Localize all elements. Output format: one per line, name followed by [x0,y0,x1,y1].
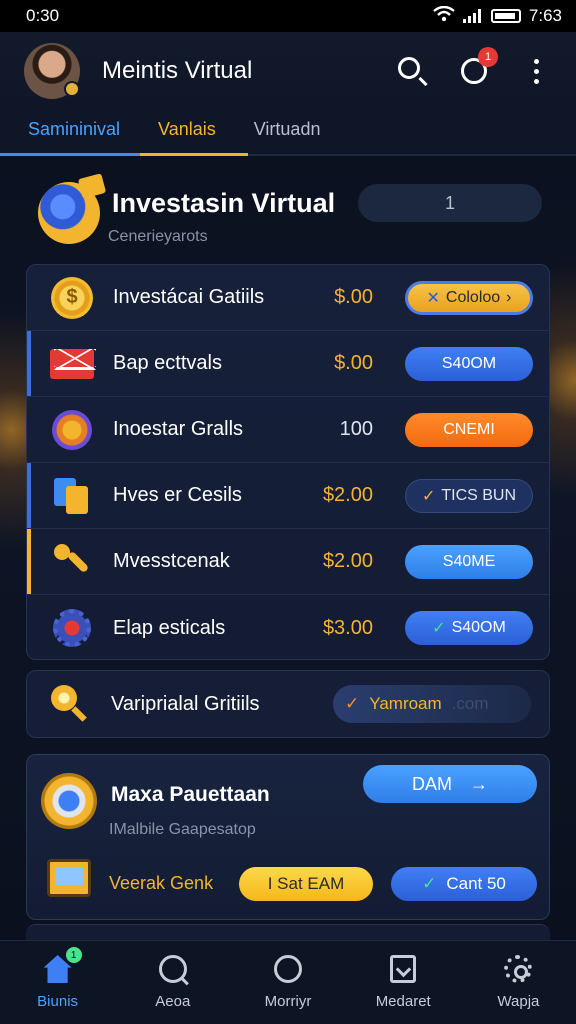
nav-label: Wapja [497,993,540,1010]
home-icon: 1 [42,947,82,985]
promo-bar[interactable]: Variprialal Gritiils ✓ Yamroam .com [26,670,550,738]
list-item-label: Mvesstcenak [113,550,230,572]
status-bar: 0:30 7:63 [0,0,576,32]
signal-icon [462,9,483,23]
nav-item-wapja[interactable]: Wapja [461,941,576,1024]
document-icon [387,953,419,985]
section-subtitle: Cenerieyarots [108,228,208,245]
page-indicator[interactable]: 1 [358,184,542,222]
check-icon: ✓ [422,874,437,893]
list-item-amount: $.00 [334,286,373,308]
monitor-icon [47,859,91,897]
featured-secondary-button[interactable]: ✓ Cant 50 [391,867,537,901]
list-item-label: Investácai Gatiils [113,286,265,308]
list-item[interactable]: Mvesstcenak $2.00 S40ME [27,529,549,595]
nav-label: Aeoa [155,993,191,1010]
list-item-button[interactable]: ✓ TICS BUN [405,478,533,513]
medal-badge-icon [41,773,97,829]
list-item-label: Inoestar Gralls [113,418,244,440]
nav-item-aeoa[interactable]: Aeoa [115,941,230,1024]
list-item-label: Elap esticals [113,616,226,639]
row-accent-bar [27,529,31,594]
nav-badge: 1 [65,947,82,963]
x-icon: ✕ [426,289,440,307]
gear-icon [49,605,95,651]
documents-icon [49,473,95,519]
list-item-button[interactable]: ✕ Cololoo › [405,280,533,315]
promo-label: Variprialal Gritiils [111,693,260,715]
tab-vanlais[interactable]: Vanlais [158,119,216,154]
nav-item-medaret[interactable]: Medaret [346,941,461,1024]
featured-row-label: Veerak Genk [109,873,214,893]
next-card-peek [26,924,550,940]
app-root: 0:30 7:63 Meintis Virtual 1 Samininival [0,0,576,1024]
featured-card: Maxa Pauettaan IMalbile Gaapesatop DAM →… [26,754,550,920]
app-title: Meintis Virtual [102,57,253,84]
featured-card-subtitle: IMalbile Gaapesatop [109,821,256,838]
check-icon: ✓ [432,620,446,637]
list-item[interactable]: Inoestar Gralls 100 CNEMI [27,397,549,463]
nav-item-morriyr[interactable]: Morriyr [230,941,345,1024]
section-title: Investasin Virtual [112,188,336,218]
status-clock-right: 7:63 [528,6,562,25]
avatar-badge [64,81,80,97]
list-item-button[interactable]: S40OM [405,346,533,381]
magnifier-icon [47,681,95,729]
row-accent-bar [27,463,31,528]
envelope-icon [49,341,96,387]
investment-list: $ Investácai Gatiils $.00 ✕ Cololoo › Ba… [26,264,550,660]
featured-card-title: Maxa Pauettaan [111,783,270,806]
nav-label: Medaret [375,993,431,1010]
list-item-button[interactable]: ✓ S40OM [405,611,533,645]
battery-icon [490,9,521,23]
tab-virtuadn[interactable]: Virtuadn [254,119,321,154]
bottom-nav: 1 Biunis Aeoa Morriyr Medaret Wapja [0,940,576,1024]
list-item-amount: 100 [339,418,373,440]
tab-samininival[interactable]: Samininival [28,119,120,154]
tab-bar: Samininival Vanlais Virtuadn [0,110,576,156]
circle-icon [272,953,304,985]
list-item-label: Bap ecttvals [113,352,222,374]
header-actions: 1 [396,47,552,87]
notification-badge: 1 [478,47,498,67]
section-header: Investasin Virtual Cenerieyarots 1 [0,156,576,266]
search-icon [157,953,189,986]
avatar[interactable] [24,43,80,99]
list-item-amount: $.00 [334,352,373,374]
search-icon[interactable] [396,55,428,87]
medal-icon [49,407,95,453]
coin-icon: $ [49,275,95,321]
featured-primary-button[interactable]: I Sat EAM [239,867,373,901]
nav-label: Morriyr [264,993,312,1010]
list-item[interactable]: $ Investácai Gatiils $.00 ✕ Cololoo › [27,265,549,331]
status-time: 0:30 [26,6,60,25]
chevron-right-icon: › [506,288,512,306]
list-item[interactable]: Elap esticals $3.00 ✓ S40OM [27,595,549,659]
nav-label: Biunis [37,993,79,1010]
wifi-icon [433,5,455,27]
promo-pill[interactable]: ✓ Yamroam .com [333,685,531,723]
list-item-button[interactable]: S40ME [405,544,533,579]
check-icon: ✓ [345,694,360,713]
list-item[interactable]: Bap ecttvals $.00 S40OM [27,331,549,397]
featured-cta-button[interactable]: DAM → [363,765,537,803]
arrow-right-icon: → [470,773,488,794]
investment-briefcase-icon [38,182,100,244]
status-icons: 7:63 [433,5,562,27]
list-item-label: Hves er Cesils [113,484,242,506]
list-item-amount: $2.00 [322,550,373,572]
wrench-icon [49,539,95,585]
notification-icon[interactable]: 1 [458,47,498,87]
check-icon: ✓ [421,487,436,505]
nav-item-biunis[interactable]: 1 Biunis [0,941,115,1024]
list-item-amount: $3.00 [322,616,373,639]
gear-icon [502,953,534,985]
list-item[interactable]: Hves er Cesils $2.00 ✓ TICS BUN [27,463,549,529]
app-header: Meintis Virtual 1 [0,32,576,110]
more-options-icon[interactable] [520,55,552,87]
list-item-amount: $2.00 [322,484,373,506]
row-accent-bar [27,331,31,396]
list-item-button[interactable]: CNEMI [405,412,533,447]
